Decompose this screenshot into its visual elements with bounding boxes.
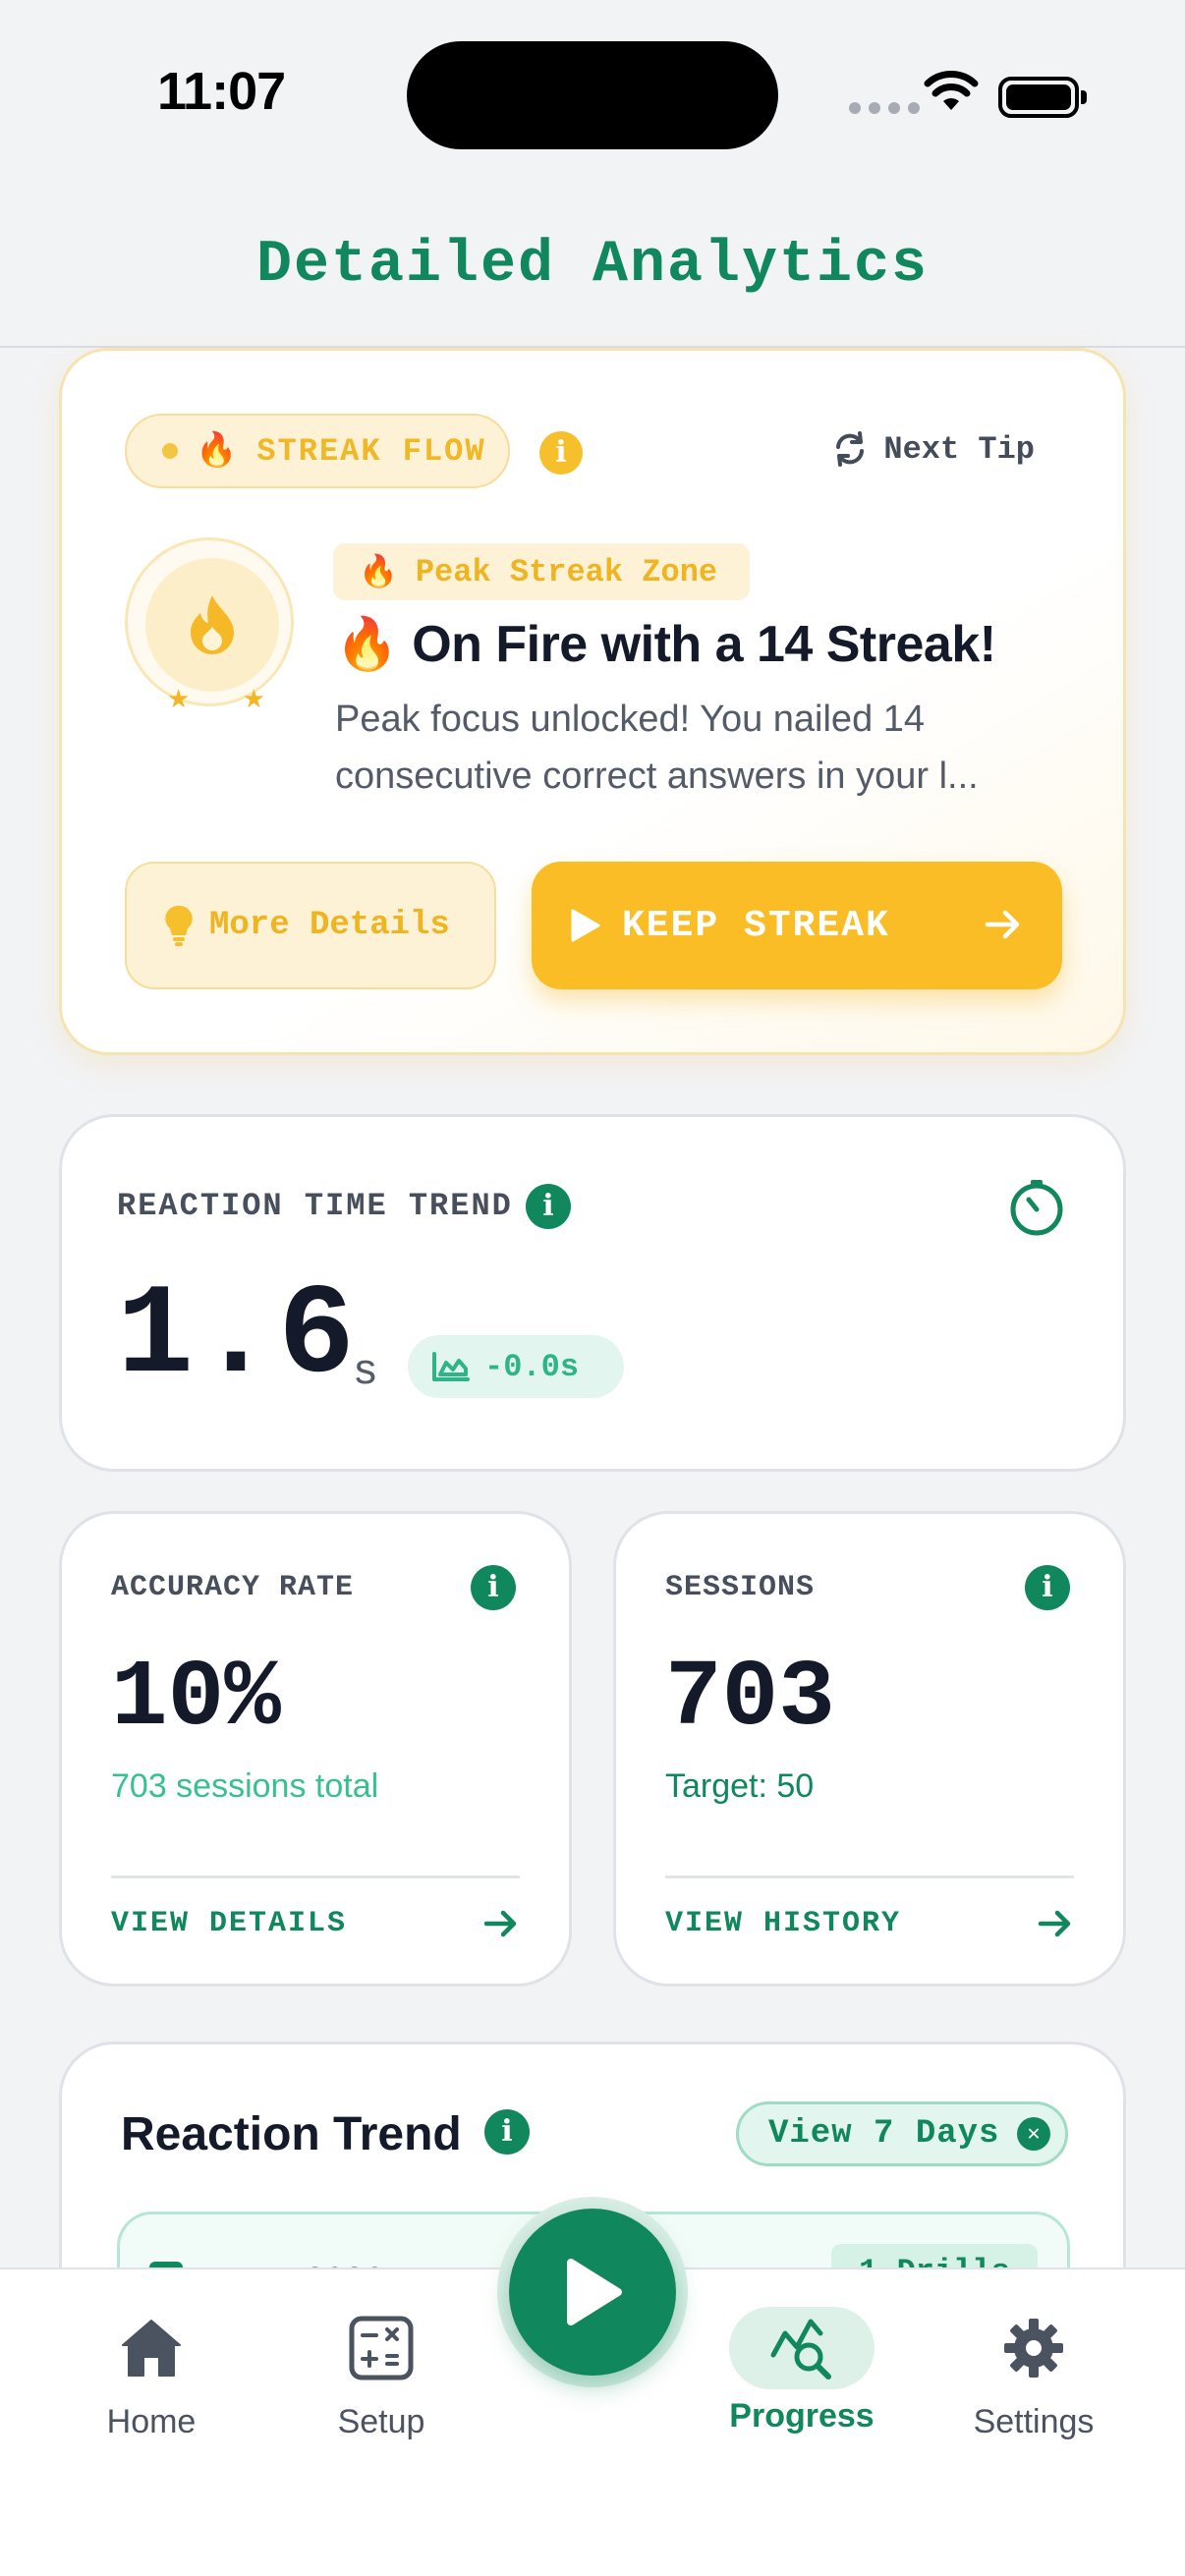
- accuracy-value: 10%: [111, 1645, 281, 1752]
- tab-setup[interactable]: Setup: [283, 2299, 480, 2441]
- tab-settings[interactable]: Settings: [935, 2299, 1132, 2441]
- view-history-link[interactable]: VIEW HISTORY: [665, 1907, 901, 1940]
- info-icon[interactable]: i: [1025, 1565, 1070, 1610]
- lightbulb-icon: [165, 905, 193, 946]
- tab-progress[interactable]: Progress: [704, 2299, 900, 2436]
- arrow-right-icon[interactable]: [482, 1905, 520, 1942]
- sessions-target: Target: 50: [665, 1767, 815, 1805]
- sessions-label: SESSIONS: [665, 1571, 816, 1604]
- accuracy-subtext: 703 sessions total: [111, 1767, 379, 1805]
- info-icon[interactable]: i: [526, 1184, 571, 1229]
- sessions-value: 703: [665, 1645, 835, 1752]
- accuracy-card[interactable]: ACCURACY RATE i 10% 703 sessions total V…: [59, 1511, 572, 1987]
- peak-streak-zone-badge: 🔥 Peak Streak Zone: [333, 543, 750, 600]
- refresh-icon: [836, 431, 865, 467]
- info-icon[interactable]: i: [471, 1565, 516, 1610]
- reaction-time-delta: -0.0s: [484, 1348, 580, 1385]
- timer-icon: [1010, 1180, 1063, 1236]
- streak-card: 🔥 STREAK FLOW i Next Tip ★ ★ 🔥 Peak Strea…: [59, 348, 1126, 1055]
- fire-icon: 🔥: [196, 434, 240, 472]
- streak-title: 🔥 On Fire with a 14 Streak!: [335, 614, 996, 674]
- view-details-link[interactable]: VIEW DETAILS: [111, 1907, 347, 1940]
- reaction-time-unit: s: [355, 1345, 376, 1393]
- fire-icon: 🔥: [335, 616, 399, 673]
- tab-label: Progress: [729, 2397, 875, 2435]
- start-drill-button[interactable]: [509, 2209, 676, 2376]
- status-time: 11:07: [157, 62, 286, 121]
- battery-icon: [998, 77, 1087, 118]
- play-icon: [567, 2259, 622, 2325]
- accuracy-label: ACCURACY RATE: [111, 1571, 355, 1604]
- streak-description: Peak focus unlocked! You nailed 14 conse…: [335, 691, 1062, 805]
- next-tip-button[interactable]: Next Tip: [830, 429, 1035, 469]
- gear-icon: [1004, 2319, 1063, 2378]
- chip-dot: [162, 443, 178, 459]
- keep-streak-label: KEEP STREAK: [622, 904, 890, 947]
- tab-label: Home: [106, 2403, 197, 2440]
- streak-description-line: Peak focus unlocked! You nailed 14: [335, 699, 926, 740]
- streak-flow-label: STREAK FLOW: [256, 432, 486, 470]
- arrow-right-icon[interactable]: [1037, 1905, 1074, 1942]
- streak-description-line: consecutive correct answers in your l...: [335, 756, 979, 797]
- streak-flow-chip: 🔥 STREAK FLOW: [125, 414, 510, 488]
- wifi-icon: [924, 71, 979, 110]
- filter-label: View 7 Days: [768, 2115, 1000, 2153]
- app-header: Detailed Analytics: [0, 187, 1185, 348]
- flame-icon: [191, 595, 234, 654]
- streak-medal: ★ ★: [125, 537, 294, 713]
- more-details-label: More Details: [209, 907, 450, 944]
- next-tip-label: Next Tip: [883, 430, 1035, 468]
- keep-streak-button[interactable]: KEEP STREAK: [532, 862, 1062, 989]
- reaction-time-value: 1.6: [117, 1265, 360, 1410]
- arrow-right-icon: [985, 910, 1020, 939]
- analytics-search-icon: [770, 2319, 831, 2380]
- fire-icon: 🔥: [359, 555, 398, 591]
- info-icon[interactable]: i: [539, 431, 583, 475]
- reaction-time-delta-badge: -0.0s: [408, 1335, 624, 1398]
- reaction-time-label: REACTION TIME TREND: [117, 1188, 513, 1224]
- calculator-icon: [349, 2316, 414, 2380]
- area-chart-icon: [432, 1352, 470, 1381]
- close-icon[interactable]: ✕: [1017, 2117, 1051, 2151]
- tab-label: Setup: [337, 2403, 425, 2440]
- status-bar: 11:07: [0, 0, 1185, 187]
- sessions-card[interactable]: SESSIONS i 703 Target: 50 VIEW HISTORY: [613, 1511, 1126, 1987]
- reaction-trend-title: Reaction Trend: [121, 2108, 462, 2160]
- play-icon: [571, 909, 600, 942]
- reaction-time-card[interactable]: REACTION TIME TREND i 1.6 s -0.0s: [59, 1114, 1126, 1472]
- divider: [665, 1876, 1074, 1878]
- divider: [111, 1876, 520, 1878]
- tab-label: Settings: [973, 2403, 1095, 2440]
- info-icon[interactable]: i: [484, 2109, 530, 2155]
- dynamic-island: [407, 41, 778, 149]
- home-icon: [122, 2320, 181, 2377]
- zone-label: Peak Streak Zone: [415, 553, 718, 590]
- streak-title-text: On Fire with a 14 Streak!: [412, 616, 996, 673]
- medal-stars: ★ ★: [167, 684, 265, 713]
- tab-home[interactable]: Home: [53, 2299, 250, 2441]
- cellular-signal-icon: [849, 102, 920, 114]
- view-7-days-filter[interactable]: View 7 Days ✕: [736, 2101, 1068, 2166]
- page-title: Detailed Analytics: [255, 232, 930, 299]
- more-details-button[interactable]: More Details: [125, 862, 496, 989]
- active-tab-indicator: [729, 2307, 875, 2389]
